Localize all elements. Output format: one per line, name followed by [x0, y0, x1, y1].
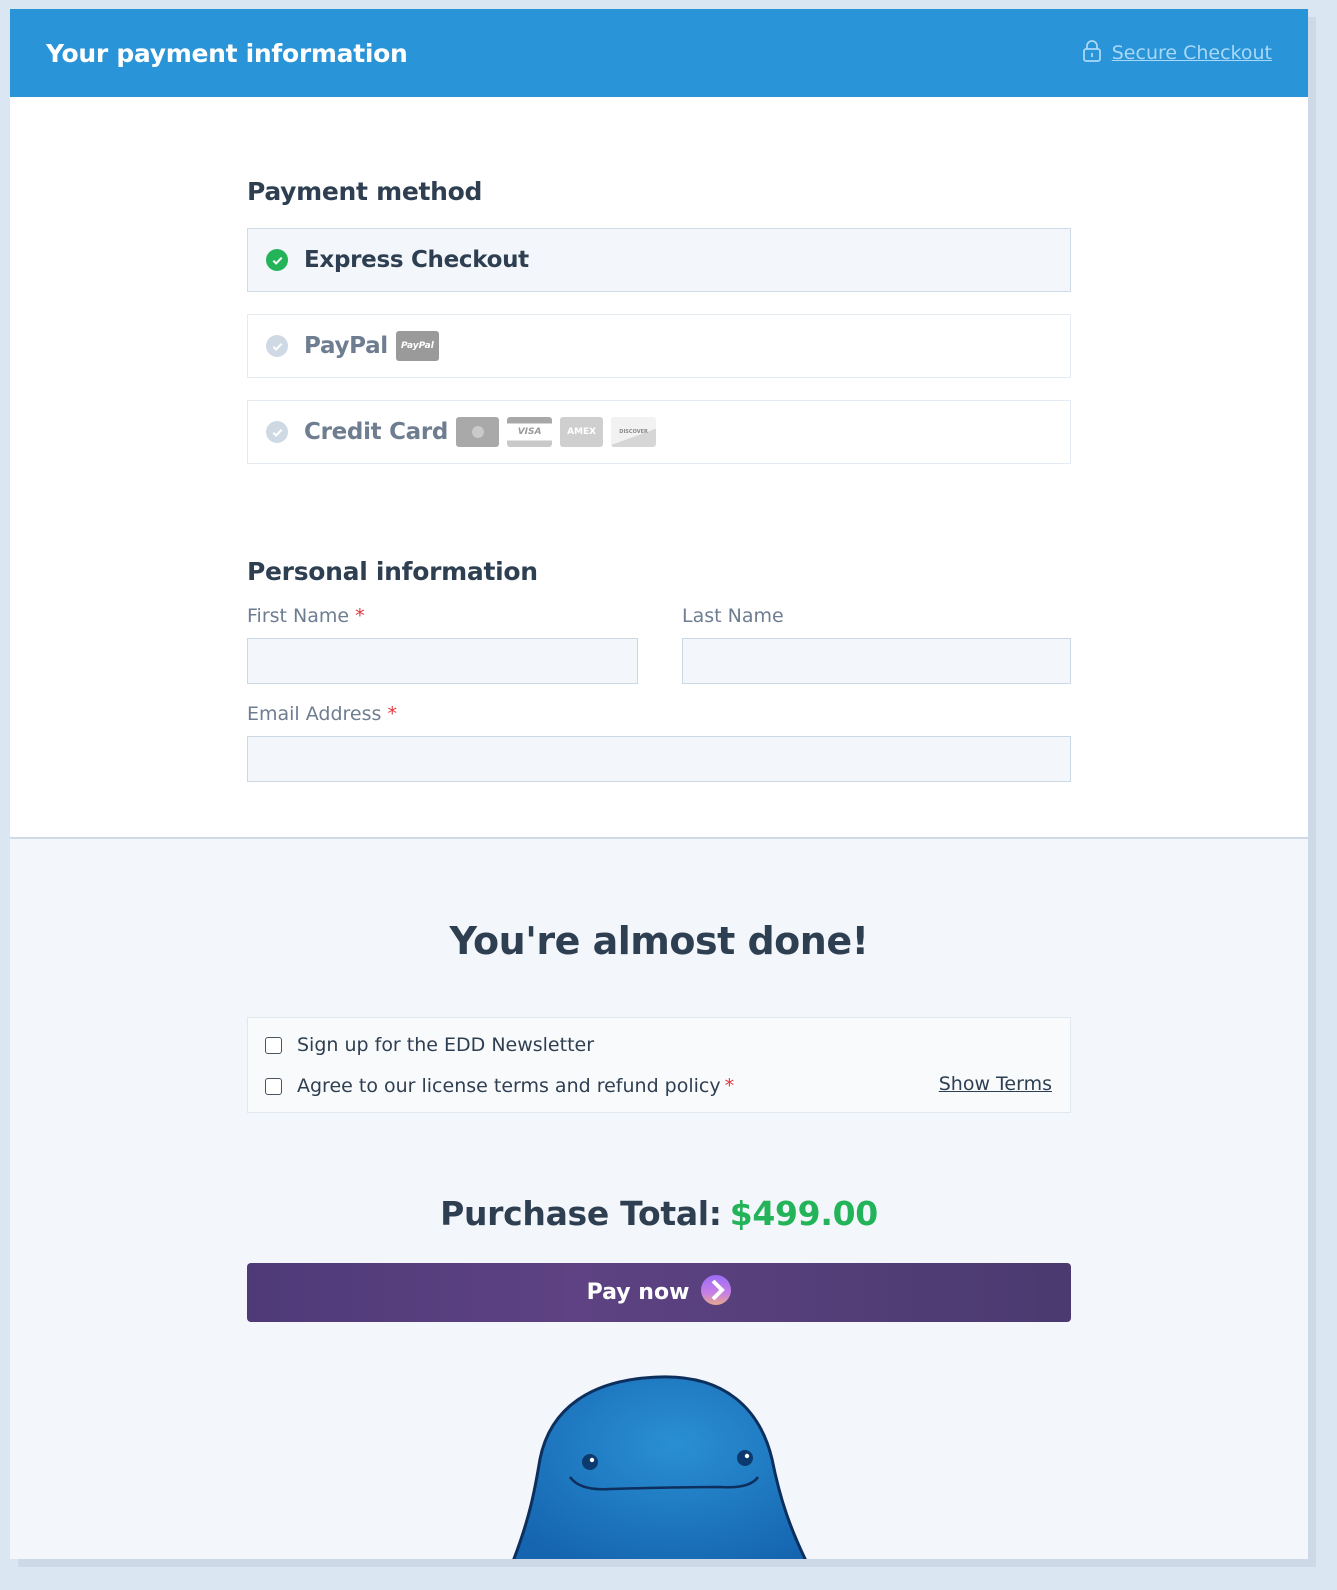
pay-now-button[interactable]: Pay now	[247, 1263, 1071, 1322]
pay-now-label: Pay now	[586, 1280, 690, 1305]
personal-info-section: Personal information First Name * Last N…	[247, 557, 1071, 782]
newsletter-option[interactable]: Sign up for the EDD Newsletter	[265, 1034, 594, 1056]
payment-method-section: Payment method Express Checkout PayPal P…	[247, 177, 1071, 464]
payment-option-label: Credit Card	[304, 419, 449, 445]
email-label: Email Address *	[247, 703, 397, 725]
discover-logo-icon: DISCOVER	[611, 417, 657, 447]
last-name-input[interactable]	[682, 638, 1071, 684]
payment-option-label: PayPal	[304, 333, 388, 359]
total-label: Purchase Total:	[440, 1194, 722, 1233]
email-input[interactable]	[247, 736, 1071, 782]
personal-info-title: Personal information	[247, 557, 538, 586]
amex-logo-icon: AMEX	[560, 417, 604, 447]
required-marker: *	[724, 1075, 735, 1097]
purchase-total: Purchase Total: $499.00	[10, 1194, 1308, 1233]
check-circle-icon	[266, 421, 288, 443]
terms-checkbox[interactable]	[265, 1077, 282, 1095]
label-text: First Name	[247, 605, 350, 627]
newsletter-checkbox[interactable]	[265, 1036, 282, 1054]
payment-option-paypal[interactable]: PayPal PayPal	[247, 314, 1071, 378]
checkout-page: Your payment information Secure Checkout…	[10, 9, 1308, 1559]
terms-label: Agree to our license terms and refund po…	[297, 1075, 734, 1097]
first-name-label: First Name *	[247, 605, 365, 627]
label-text: Email Address	[247, 703, 382, 725]
first-name-input[interactable]	[247, 638, 638, 684]
arrow-badge-icon	[701, 1274, 732, 1311]
mascot-illustration	[510, 1369, 810, 1559]
payment-option-express-checkout[interactable]: Express Checkout	[247, 228, 1071, 292]
paypal-logo-icon: PayPal	[395, 331, 439, 361]
required-marker: *	[355, 605, 365, 627]
check-circle-icon	[266, 249, 288, 271]
payment-option-credit-card[interactable]: Credit Card VISA AMEX DISCOVER	[247, 400, 1071, 464]
header: Your payment information Secure Checkout	[10, 9, 1308, 97]
summary-section: You're almost done! Sign up for the EDD …	[10, 837, 1308, 1559]
last-name-label: Last Name	[682, 605, 784, 627]
secure-checkout-link[interactable]: Secure Checkout	[1112, 42, 1272, 64]
show-terms-link[interactable]: Show Terms	[939, 1073, 1052, 1095]
almost-done-heading: You're almost done!	[449, 919, 869, 963]
terms-option[interactable]: Agree to our license terms and refund po…	[265, 1075, 734, 1097]
newsletter-label: Sign up for the EDD Newsletter	[297, 1034, 595, 1056]
lock-icon	[1082, 39, 1102, 68]
required-marker: *	[387, 703, 397, 725]
agreements-box: Sign up for the EDD Newsletter Agree to …	[247, 1017, 1071, 1113]
payment-method-title: Payment method	[247, 177, 483, 206]
terms-label-text: Agree to our license terms and refund po…	[297, 1075, 721, 1097]
secure-checkout: Secure Checkout	[1082, 39, 1272, 68]
visa-logo-icon: VISA	[507, 417, 553, 447]
payment-option-label: Express Checkout	[304, 247, 529, 273]
mastercard-logo-icon	[456, 417, 500, 447]
check-circle-icon	[266, 335, 288, 357]
total-amount: $499.00	[729, 1194, 879, 1233]
page-title: Your payment information	[46, 38, 408, 68]
